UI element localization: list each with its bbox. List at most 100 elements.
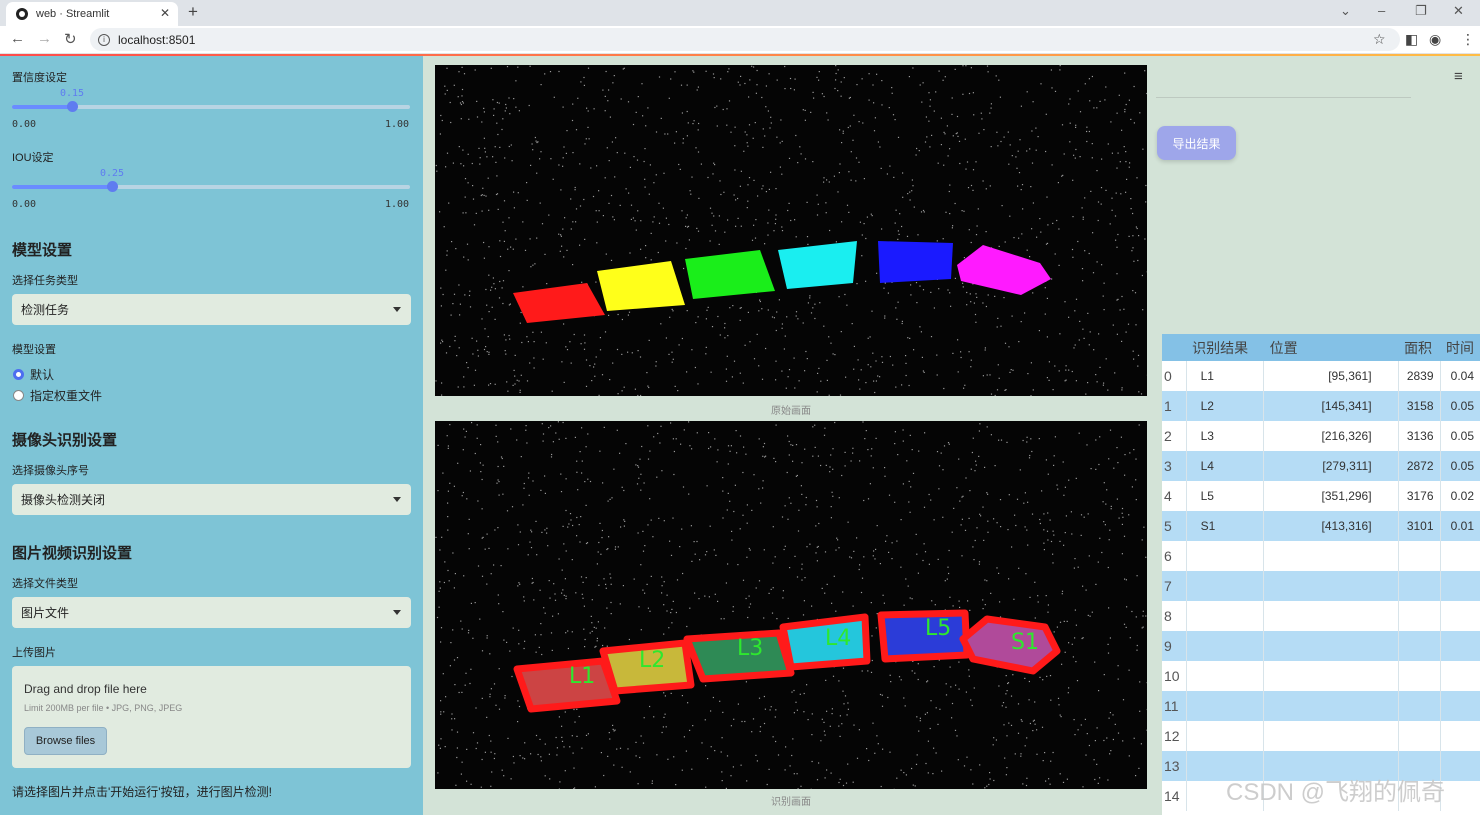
- address-bar[interactable]: i localhost:8501: [90, 28, 1400, 51]
- task-type-value: 检测任务: [21, 303, 70, 317]
- cell-pos: [1263, 721, 1399, 751]
- conf-slider[interactable]: [12, 101, 410, 112]
- col-time[interactable]: 时间: [1440, 334, 1480, 361]
- cell-area: 3158: [1398, 391, 1441, 421]
- cell-pos: [95,361]: [1263, 361, 1399, 391]
- cell-pos: [1263, 661, 1399, 691]
- cell-idx: 4: [1162, 481, 1187, 511]
- cell-name: [1186, 601, 1265, 631]
- file-dropzone[interactable]: Drag and drop file here Limit 200MB per …: [12, 666, 411, 768]
- cell-name: [1186, 661, 1265, 691]
- results-table[interactable]: 识别结果 位置 面积 时间 0 L1 [95,361] 2839 0.04 1 L2 [145…: [1162, 334, 1480, 815]
- tab-search-icon[interactable]: ⌄: [1340, 3, 1351, 19]
- col-result[interactable]: 识别结果: [1186, 334, 1264, 361]
- table-row[interactable]: 5 S1 [413,316] 3101 0.01: [1162, 511, 1480, 541]
- col-position[interactable]: 位置: [1263, 334, 1399, 361]
- profile-avatar-icon[interactable]: ◉: [1429, 31, 1441, 48]
- table-row[interactable]: 2 L3 [216,326] 3136 0.05: [1162, 421, 1480, 451]
- table-row[interactable]: 4 L5 [351,296] 3176 0.02: [1162, 481, 1480, 511]
- cell-area: 2839: [1398, 361, 1441, 391]
- cell-area: 3136: [1398, 421, 1441, 451]
- back-icon[interactable]: ←: [10, 30, 25, 47]
- new-tab-icon[interactable]: +: [188, 2, 198, 22]
- camera-settings-header: 摄像头识别设置: [12, 432, 118, 449]
- cell-name: [1186, 631, 1265, 661]
- cell-pos: [145,341]: [1263, 391, 1399, 421]
- cell-pos: [351,296]: [1263, 481, 1399, 511]
- table-row[interactable]: 8: [1162, 601, 1480, 631]
- table-row[interactable]: 6: [1162, 541, 1480, 571]
- cell-time: 0.05: [1440, 391, 1480, 421]
- export-results-button[interactable]: 导出结果: [1157, 126, 1236, 160]
- conf-slider-handle[interactable]: [67, 101, 78, 112]
- table-row[interactable]: 3 L4 [279,311] 2872 0.05: [1162, 451, 1480, 481]
- cell-idx: 14: [1162, 781, 1187, 811]
- table-row[interactable]: 1 L2 [145,341] 3158 0.05: [1162, 391, 1480, 421]
- table-row[interactable]: 7: [1162, 571, 1480, 601]
- iou-slider-handle[interactable]: [107, 181, 118, 192]
- browser-tab[interactable]: web · Streamlit ✕: [6, 2, 178, 26]
- window-close-icon[interactable]: ✕: [1453, 3, 1464, 19]
- iou-slider[interactable]: [12, 181, 410, 192]
- hint-text: 请选择图片并点击'开始运行'按钮，进行图片检测!: [12, 785, 272, 799]
- maximize-icon[interactable]: ❐: [1415, 3, 1427, 19]
- reload-icon[interactable]: ↻: [64, 30, 77, 48]
- label-l1: L1: [569, 664, 595, 689]
- browse-files-button[interactable]: Browse files: [24, 727, 107, 755]
- cell-time: 0.04: [1440, 361, 1480, 391]
- bookmark-star-icon[interactable]: ☆: [1373, 31, 1386, 48]
- cell-name: L1: [1186, 361, 1265, 391]
- result-image: L1 L2 L3 L4 L5 S1: [435, 421, 1147, 789]
- iou-slider-value: 0.25: [100, 168, 125, 179]
- table-header-row: 识别结果 位置 面积 时间: [1162, 334, 1480, 361]
- camera-select-value: 摄像头检测关闭: [21, 493, 106, 507]
- file-type-select[interactable]: 图片文件: [12, 597, 411, 628]
- menu-kebab-icon[interactable]: ⋮: [1461, 31, 1475, 48]
- conf-slider-min: 0.00: [12, 119, 37, 130]
- task-type-select[interactable]: 检测任务: [12, 294, 411, 325]
- table-row[interactable]: 12: [1162, 721, 1480, 751]
- col-area[interactable]: 面积: [1398, 334, 1441, 361]
- camera-select[interactable]: 摄像头检测关闭: [12, 484, 411, 515]
- file-type-value: 图片文件: [21, 606, 70, 620]
- cell-area: [1398, 601, 1441, 631]
- table-row[interactable]: 0 L1 [95,361] 2839 0.04: [1162, 361, 1480, 391]
- cell-area: [1398, 631, 1441, 661]
- cell-time: [1440, 751, 1480, 781]
- label-l4: L4: [825, 626, 851, 651]
- watermark: CSDN @飞翔的佩奇: [1226, 779, 1446, 806]
- model-settings-header: 模型设置: [12, 242, 73, 259]
- cell-idx: 11: [1162, 691, 1187, 721]
- table-row[interactable]: 10: [1162, 661, 1480, 691]
- box-s1: [959, 615, 1061, 675]
- forward-icon[interactable]: →: [37, 30, 52, 47]
- cell-idx: 2: [1162, 421, 1187, 451]
- hamburger-menu-icon[interactable]: ≡: [1454, 68, 1463, 85]
- dropzone-limit: Limit 200MB per file • JPG, PNG, JPEG: [24, 703, 183, 713]
- cell-idx: 1: [1162, 391, 1187, 421]
- cell-idx: 0: [1162, 361, 1187, 391]
- cell-time: [1440, 631, 1480, 661]
- sidebar: 置信度设定 0.15 0.00 1.00 IOU设定 0.25 0.00 1.0…: [0, 56, 423, 815]
- radio-custom-weights[interactable]: 指定权重文件: [13, 387, 102, 404]
- table-row[interactable]: 11: [1162, 691, 1480, 721]
- site-info-icon[interactable]: i: [98, 33, 110, 46]
- url-text: localhost:8501: [118, 32, 196, 47]
- streamlit-favicon-icon: [16, 8, 28, 20]
- side-panel-icon[interactable]: ◧: [1405, 31, 1418, 48]
- file-type-label: 选择文件类型: [12, 578, 78, 590]
- radio-checked-icon: [13, 369, 24, 380]
- cell-area: 2872: [1398, 451, 1441, 481]
- dropzone-title: Drag and drop file here: [24, 682, 147, 696]
- cell-time: [1440, 781, 1480, 811]
- minimize-icon[interactable]: –: [1378, 3, 1385, 18]
- box-l1: [513, 657, 621, 713]
- cell-time: [1440, 601, 1480, 631]
- table-row[interactable]: 9: [1162, 631, 1480, 661]
- cell-idx: 6: [1162, 541, 1187, 571]
- cell-idx: 13: [1162, 751, 1187, 781]
- radio-default[interactable]: 默认: [13, 366, 54, 383]
- chevron-down-icon: [393, 307, 401, 312]
- object-l5: [878, 241, 953, 283]
- tab-close-icon[interactable]: ✕: [160, 6, 170, 20]
